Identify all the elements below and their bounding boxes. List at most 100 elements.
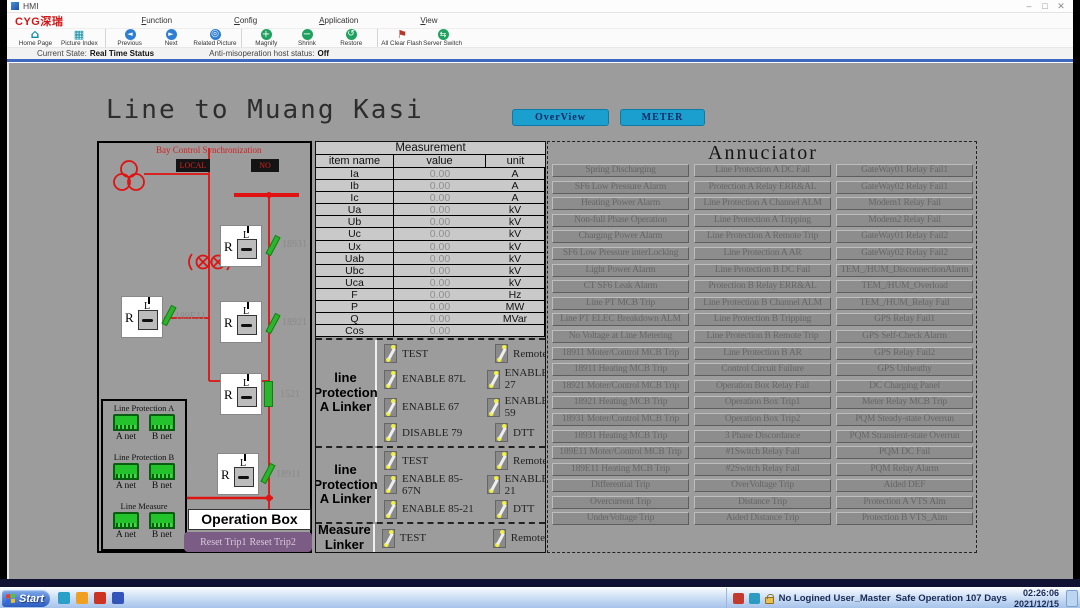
annunciator-item[interactable]: Line Protection A Tripping bbox=[694, 214, 831, 227]
reset-trip1-button[interactable]: Reset Trip1 bbox=[200, 537, 246, 548]
annunciator-item[interactable]: Line Protection B AR bbox=[694, 347, 831, 360]
linker-toggle-switch[interactable] bbox=[384, 344, 397, 363]
annunciator-item[interactable]: 18931 Heating MCB Trip bbox=[552, 430, 689, 443]
overview-button[interactable]: OverView bbox=[512, 109, 609, 126]
annunciator-item[interactable]: GPS Relay Fail2 bbox=[836, 347, 973, 360]
annunciator-item[interactable]: Modem2 Relay Fail bbox=[836, 214, 973, 227]
breaker-18931[interactable]: L R bbox=[220, 225, 262, 267]
linker-toggle-switch[interactable] bbox=[495, 344, 508, 363]
annunciator-item[interactable]: PQM Relay Alarm bbox=[836, 463, 973, 476]
annunciator-item[interactable]: GateWay01 Relay Fail2 bbox=[836, 230, 973, 243]
quick-launch-icon[interactable] bbox=[58, 592, 70, 604]
linker-toggle-switch[interactable] bbox=[384, 451, 397, 470]
linker-toggle-switch[interactable] bbox=[384, 500, 397, 519]
linker-toggle-switch[interactable] bbox=[487, 398, 500, 417]
quick-launch-icon[interactable] bbox=[94, 592, 106, 604]
quick-launch-icon[interactable] bbox=[76, 592, 88, 604]
show-desktop-button[interactable] bbox=[1066, 590, 1078, 607]
annunciator-item[interactable]: Line Protection A DC Fail bbox=[694, 164, 831, 177]
annunciator-item[interactable]: 189E11 Moter/Control MCB Trip bbox=[552, 446, 689, 459]
tray-network-icon[interactable] bbox=[749, 593, 760, 604]
annunciator-item[interactable]: Line Protection A Channel ALM bbox=[694, 197, 831, 210]
minimize-icon[interactable] bbox=[1021, 1, 1037, 12]
annunciator-item[interactable]: Non-full Phase Operation bbox=[552, 214, 689, 227]
toolbar-button[interactable]: ▦ Picture Index bbox=[57, 29, 101, 47]
annunciator-item[interactable]: 189E11 Heating MCB Trip bbox=[552, 463, 689, 476]
annunciator-item[interactable]: Operation Box Trip1 bbox=[694, 396, 831, 409]
linker-toggle-switch[interactable] bbox=[495, 451, 508, 470]
start-button[interactable]: Start bbox=[2, 590, 50, 607]
menu-item[interactable]: View bbox=[420, 16, 437, 25]
annunciator-item[interactable]: SF6 Low Pressure interLocking bbox=[552, 247, 689, 260]
annunciator-item[interactable]: PQM Steady-state Overrun bbox=[836, 413, 973, 426]
annunciator-item[interactable]: Protection A Relay ERR&AL bbox=[694, 181, 831, 194]
annunciator-item[interactable]: No Voltage at Line Metering bbox=[552, 330, 689, 343]
annunciator-item[interactable]: 18921 Heating MCB Trip bbox=[552, 396, 689, 409]
toolbar-button[interactable]: ► Next bbox=[149, 29, 193, 47]
linker-toggle-switch[interactable] bbox=[487, 475, 500, 494]
annunciator-item[interactable]: GPS Unheathy bbox=[836, 363, 973, 376]
annunciator-item[interactable]: Line Protection B Tripping bbox=[694, 313, 831, 326]
annunciator-item[interactable]: 18911 Heating MCB Trip bbox=[552, 363, 689, 376]
annunciator-item[interactable]: GateWay02 Relay Fail2 bbox=[836, 247, 973, 260]
annunciator-item[interactable]: 18911 Moter/Control MCB Trip bbox=[552, 347, 689, 360]
breaker-1521[interactable]: L R bbox=[220, 373, 262, 415]
annunciator-item[interactable]: Spring Discharging bbox=[552, 164, 689, 177]
toolbar-button[interactable]: ⇆ Server Switch bbox=[421, 29, 465, 47]
annunciator-item[interactable]: Line Protection B DC Fail bbox=[694, 264, 831, 277]
toolbar-button[interactable]: ↺ Restore bbox=[329, 29, 373, 47]
annunciator-item[interactable]: CT SF6 Leak Alarm bbox=[552, 280, 689, 293]
disconnector-open-icon[interactable] bbox=[265, 313, 279, 333]
annunciator-item[interactable]: TEM_/HUM_Relay Fail bbox=[836, 297, 973, 310]
annunciator-item[interactable]: Meter Relay MCB Trip bbox=[836, 396, 973, 409]
annunciator-item[interactable]: TEM_/HUM_Overload bbox=[836, 280, 973, 293]
annunciator-item[interactable]: 18931 Moter/Control MCB Trip bbox=[552, 413, 689, 426]
annunciator-item[interactable]: Modem1 Relay Fail bbox=[836, 197, 973, 210]
breaker-closed-icon[interactable] bbox=[264, 381, 273, 407]
annunciator-item[interactable]: Line Protection B Remote Trip bbox=[694, 330, 831, 343]
reset-trip2-button[interactable]: Reset Trip2 bbox=[250, 537, 296, 548]
annunciator-item[interactable]: Line Protection A Remote Trip bbox=[694, 230, 831, 243]
annunciator-item[interactable]: Light Power Alarm bbox=[552, 264, 689, 277]
annunciator-item[interactable]: Control Circuit Failure bbox=[694, 363, 831, 376]
annunciator-item[interactable]: Heating Power Alarm bbox=[552, 197, 689, 210]
toolbar-button[interactable]: ⚑ All Clear Flash bbox=[377, 29, 421, 47]
linker-toggle-switch[interactable] bbox=[384, 398, 397, 417]
breaker-18921[interactable]: L R bbox=[220, 301, 262, 343]
annunciator-item[interactable]: #2Switch Relay Fail bbox=[694, 463, 831, 476]
annunciator-item[interactable]: Line Protection B Channel ALM bbox=[694, 297, 831, 310]
annunciator-item[interactable]: GPS Self-Check Alarm bbox=[836, 330, 973, 343]
annunciator-item[interactable]: Aided Distance Trip bbox=[694, 512, 831, 525]
maximize-icon[interactable] bbox=[1037, 1, 1053, 12]
menu-item[interactable]: Config bbox=[234, 16, 257, 25]
annunciator-item[interactable]: OverVoltage Trip bbox=[694, 479, 831, 492]
linker-toggle-switch[interactable] bbox=[384, 370, 397, 389]
annunciator-item[interactable]: GPS Relay Fail1 bbox=[836, 313, 973, 326]
toolbar-button[interactable]: ⌂ Home Page bbox=[13, 29, 57, 47]
toolbar-button[interactable]: + Magnify bbox=[241, 29, 285, 47]
disconnector-open-icon[interactable] bbox=[260, 463, 274, 483]
breaker-18911[interactable]: L R bbox=[217, 453, 259, 495]
annunciator-item[interactable]: Charging Power Alarm bbox=[552, 230, 689, 243]
linker-toggle-switch[interactable] bbox=[493, 529, 506, 548]
annunciator-item[interactable]: Protection B Relay ERR&AL bbox=[694, 280, 831, 293]
annunciator-item[interactable]: Protection A VTS Alm bbox=[836, 496, 973, 509]
annunciator-item[interactable]: 18921 Moter/Control MCB Trip bbox=[552, 380, 689, 393]
annunciator-item[interactable]: Protection B VTS_Alm bbox=[836, 512, 973, 525]
annunciator-item[interactable]: Line Protection A AR bbox=[694, 247, 831, 260]
annunciator-item[interactable]: Line PT MCB Trip bbox=[552, 297, 689, 310]
quick-launch-icon[interactable] bbox=[112, 592, 124, 604]
annunciator-item[interactable]: Differential Trip bbox=[552, 479, 689, 492]
annunciator-item[interactable]: Aided DEF bbox=[836, 479, 973, 492]
annunciator-item[interactable]: GateWay01 Relay Fail1 bbox=[836, 164, 973, 177]
linker-toggle-switch[interactable] bbox=[384, 423, 397, 442]
annunciator-item[interactable]: Operation Box Relay Fail bbox=[694, 380, 831, 393]
annunciator-item[interactable]: Overcurrent Trip bbox=[552, 496, 689, 509]
annunciator-item[interactable]: 3 Phase Discordance bbox=[694, 430, 831, 443]
annunciator-item[interactable]: DC Charging Panel bbox=[836, 380, 973, 393]
annunciator-item[interactable]: #1Switch Relay Fail bbox=[694, 446, 831, 459]
linker-toggle-switch[interactable] bbox=[495, 423, 508, 442]
tray-alarm-icon[interactable] bbox=[733, 593, 744, 604]
annunciator-item[interactable]: SF6 Low Pressure Alarm bbox=[552, 181, 689, 194]
breaker-189E11[interactable]: L R bbox=[121, 296, 163, 338]
